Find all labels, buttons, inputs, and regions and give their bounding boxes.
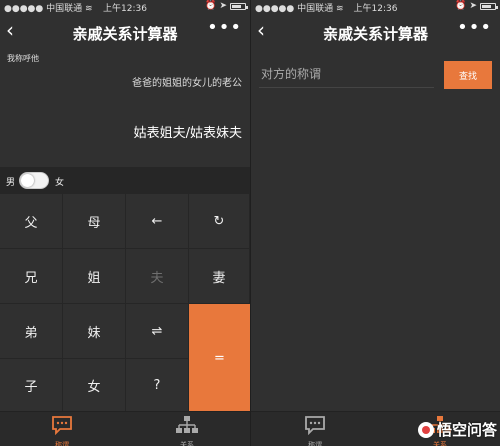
alarm-icon: ⏰ [205, 1, 217, 11]
key-husband[interactable]: 夫 [126, 249, 189, 304]
key-equals[interactable]: = [189, 304, 250, 412]
key-son[interactable]: 子 [0, 359, 63, 412]
gender-male-label: 男 [6, 178, 16, 188]
search-panel: ●●●●● 中国联通 ≋ 上午12:36 ⏰ ➤ ‹ 亲戚关系计算器 ••• 查… [250, 0, 500, 446]
key-backspace[interactable]: ← [126, 194, 189, 249]
battery-fill [482, 4, 491, 8]
battery-fill [232, 4, 241, 8]
tab-relation-label: 关系 [180, 441, 194, 446]
more-icon[interactable]: ••• [457, 17, 492, 38]
chat-icon [52, 416, 72, 436]
key-reset[interactable]: ↻ [189, 194, 250, 249]
gender-toggle[interactable] [19, 172, 49, 189]
gender-female-label: 女 [55, 178, 65, 188]
key-elder-brother[interactable]: 兄 [0, 249, 63, 304]
search-button[interactable]: 查找 [444, 61, 492, 89]
nav-bar: ‹ 亲戚关系计算器 ••• [0, 14, 250, 48]
battery-icon [480, 2, 498, 10]
gender-switch-bar: 男 女 [0, 167, 250, 194]
watermark-text: 悟空问答 [436, 421, 497, 439]
search-row: 查找 [251, 60, 500, 92]
alarm-icon: ⏰ [455, 1, 467, 11]
watermark: 悟空问答 [417, 419, 497, 440]
location-icon: ➤ [469, 1, 477, 11]
tab-title[interactable]: 称谓 [275, 415, 355, 446]
status-bar: ●●●●● 中国联通 ≋ 上午12:36 ⏰ ➤ [251, 0, 500, 14]
result-caption: 我称呼他 [7, 54, 39, 63]
tab-title[interactable]: 称谓 [22, 415, 102, 446]
key-wife[interactable]: 妻 [189, 249, 250, 304]
tab-relation[interactable]: 关系 [147, 415, 227, 446]
wukong-logo-icon [417, 421, 434, 438]
more-icon[interactable]: ••• [207, 17, 242, 38]
tab-bar: 称谓 关系 [0, 411, 250, 446]
keypad: 父母 ← ↻ 兄姐夫妻弟妹 ⇌ 子女? = [0, 194, 250, 412]
tab-title-label: 称谓 [308, 441, 322, 446]
battery-icon [230, 2, 248, 10]
toggle-knob [21, 174, 34, 187]
key-daughter[interactable]: 女 [63, 359, 126, 412]
status-bar: ●●●●● 中国联通 ≋ 上午12:36 ⏰ ➤ [0, 0, 250, 14]
tab-title-label: 称谓 [55, 441, 69, 446]
key-mother[interactable]: 母 [63, 194, 126, 249]
tree-icon [176, 416, 198, 433]
calculator-panel: ●●●●● 中国联通 ≋ 上午12:36 ⏰ ➤ ‹ 亲戚关系计算器 ••• 我… [0, 0, 250, 446]
key-swap[interactable]: ⇌ [126, 304, 189, 359]
key-younger-sister[interactable]: 妹 [63, 304, 126, 359]
relation-expression: 爸爸的姐姐的女儿的老公 [132, 78, 242, 89]
chat-icon [305, 416, 325, 436]
title-search-input[interactable] [259, 60, 434, 88]
relation-result: 姑表姐夫/姑表妹夫 [133, 126, 242, 141]
nav-bar: ‹ 亲戚关系计算器 ••• [251, 14, 500, 48]
key-father[interactable]: 父 [0, 194, 63, 249]
tab-relation-label: 关系 [433, 441, 447, 446]
key-question[interactable]: ? [126, 359, 189, 412]
key-younger-brother[interactable]: 弟 [0, 304, 63, 359]
location-icon: ➤ [219, 1, 227, 11]
key-elder-sister[interactable]: 姐 [63, 249, 126, 304]
